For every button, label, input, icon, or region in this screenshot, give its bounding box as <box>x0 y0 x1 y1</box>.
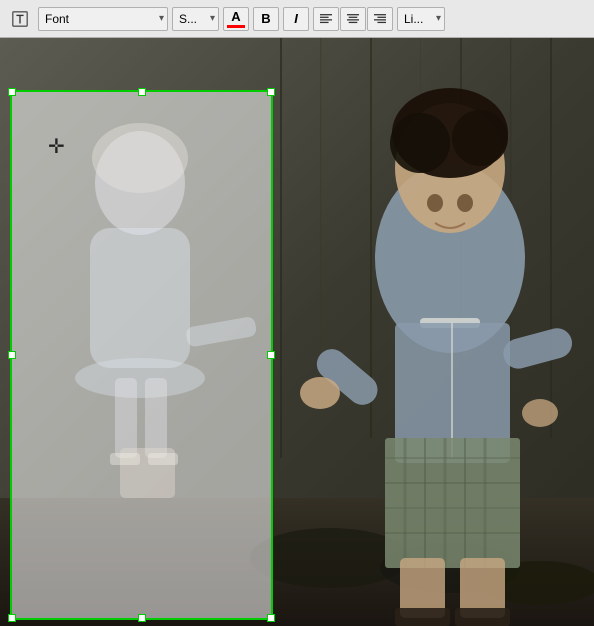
handle-bottom-right[interactable] <box>267 614 275 622</box>
selected-text-box[interactable] <box>10 90 273 620</box>
line-spacing-select-wrapper[interactable]: Li...1.01.52.0 <box>397 7 445 31</box>
align-center-button[interactable] <box>340 7 366 31</box>
font-select-wrapper[interactable]: FontArialTimes New RomanHelvetica <box>38 7 168 31</box>
align-left-button[interactable] <box>313 7 339 31</box>
bold-button[interactable]: B <box>253 7 279 31</box>
align-group <box>313 7 393 31</box>
align-center-icon <box>346 13 360 25</box>
handle-middle-left[interactable] <box>8 351 16 359</box>
italic-button[interactable]: I <box>283 7 309 31</box>
align-left-icon <box>319 13 333 25</box>
align-right-icon <box>373 13 387 25</box>
size-select-wrapper[interactable]: S...810121416182436 <box>172 7 219 31</box>
handle-middle-right[interactable] <box>267 351 275 359</box>
font-color-button[interactable]: A <box>223 7 249 31</box>
font-color-letter: A <box>231 9 240 24</box>
toolbar: FontArialTimes New RomanHelvetica S...81… <box>0 0 594 38</box>
line-spacing-select[interactable]: Li...1.01.52.0 <box>397 7 445 31</box>
font-select[interactable]: FontArialTimes New RomanHelvetica <box>38 7 168 31</box>
text-tool-svg <box>11 10 29 28</box>
handle-top-right[interactable] <box>267 88 275 96</box>
font-color-underline <box>227 25 245 28</box>
canvas-area: ✛ <box>0 38 594 626</box>
align-right-button[interactable] <box>367 7 393 31</box>
handle-bottom-left[interactable] <box>8 614 16 622</box>
move-cursor-icon: ✛ <box>48 134 65 159</box>
text-tool-icon[interactable] <box>6 5 34 33</box>
handle-top-center[interactable] <box>138 88 146 96</box>
handle-top-left[interactable] <box>8 88 16 96</box>
size-select[interactable]: S...810121416182436 <box>172 7 219 31</box>
handle-bottom-center[interactable] <box>138 614 146 622</box>
